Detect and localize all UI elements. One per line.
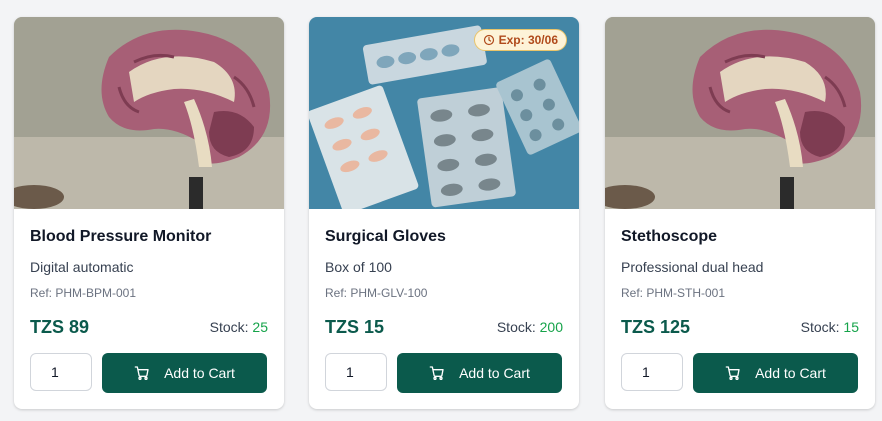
stock-value: 25 xyxy=(252,319,268,335)
quantity-input[interactable]: 1 xyxy=(621,353,683,391)
cart-icon xyxy=(134,366,149,380)
product-image xyxy=(605,17,875,209)
product-price: TZS 15 xyxy=(325,317,385,337)
cart-icon xyxy=(725,366,740,380)
product-title: Blood Pressure Monitor xyxy=(30,228,212,245)
product-ref: Ref: PHM-GLV-100 xyxy=(325,286,428,300)
stock-info: Stock: 200 xyxy=(497,319,563,335)
product-ref: Ref: PHM-STH-001 xyxy=(621,286,726,300)
stock-info: Stock: 25 xyxy=(210,319,268,335)
product-ref: Ref: PHM-BPM-001 xyxy=(30,286,137,300)
product-title: Stethoscope xyxy=(621,228,718,245)
product-price: TZS 125 xyxy=(621,317,691,337)
stock-label: Stock: xyxy=(209,319,249,335)
product-card: Stethoscope Professional dual head Ref: … xyxy=(605,17,875,409)
stock-label: Stock: xyxy=(800,319,840,335)
product-card: Blood Pressure Monitor Digital automatic… xyxy=(14,17,284,409)
product-card: Exp: 30/06 Surgical Gloves Box of 100 Re… xyxy=(309,17,579,409)
add-to-cart-button[interactable]: Add to Cart xyxy=(102,353,267,393)
add-to-cart-label: Add to Cart xyxy=(755,365,826,381)
expiry-badge-label: Exp: 30/06 xyxy=(498,33,558,47)
stock-label: Stock: xyxy=(496,319,536,335)
quantity-input[interactable]: 1 xyxy=(325,353,387,391)
add-to-cart-button[interactable]: Add to Cart xyxy=(693,353,858,393)
stock-info: Stock: 15 xyxy=(801,319,859,335)
product-price: TZS 89 xyxy=(30,317,90,337)
add-to-cart-label: Add to Cart xyxy=(459,365,530,381)
clock-icon xyxy=(483,34,494,46)
product-title: Surgical Gloves xyxy=(325,228,446,245)
expiry-badge: Exp: 30/06 xyxy=(473,29,567,51)
product-description: Professional dual head xyxy=(621,259,764,275)
product-image xyxy=(14,17,284,209)
product-description: Digital automatic xyxy=(30,259,134,275)
stock-value: 200 xyxy=(539,319,563,335)
add-to-cart-label: Add to Cart xyxy=(164,365,235,381)
product-description: Box of 100 xyxy=(325,259,392,275)
cart-icon xyxy=(429,366,444,380)
stock-value: 15 xyxy=(843,319,859,335)
quantity-input[interactable]: 1 xyxy=(30,353,92,391)
add-to-cart-button[interactable]: Add to Cart xyxy=(397,353,562,393)
product-image: Exp: 30/06 xyxy=(309,17,579,209)
